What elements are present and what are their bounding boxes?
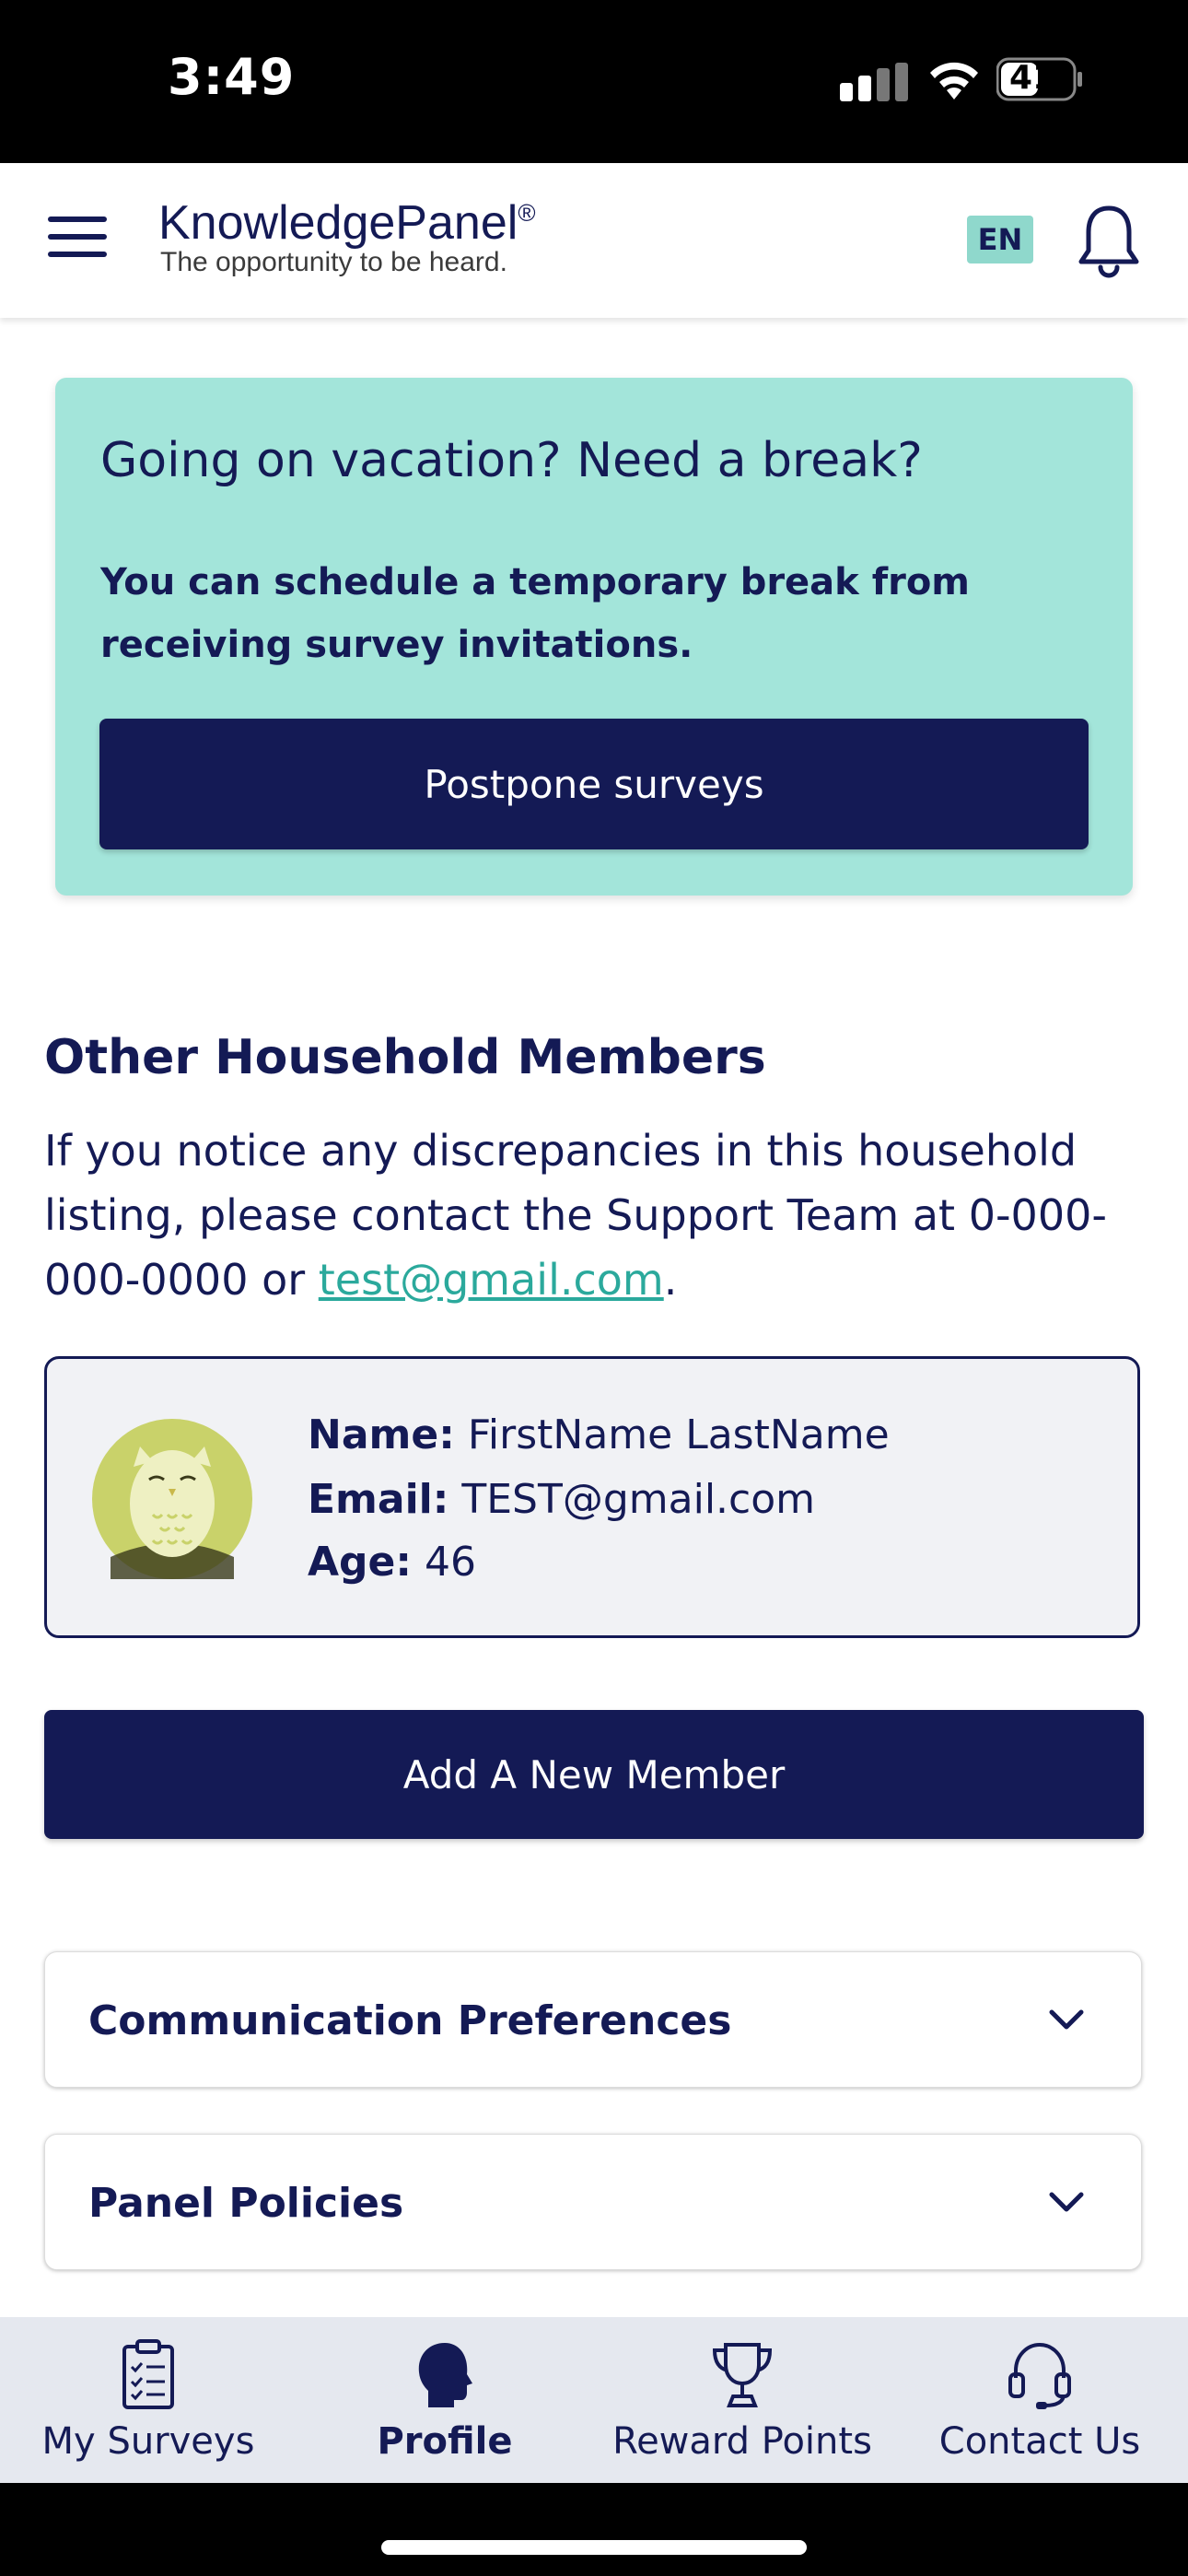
- trophy-icon: [712, 2343, 773, 2407]
- tab-label: Contact Us: [938, 2420, 1141, 2463]
- chevron-down-icon[interactable]: [1046, 2189, 1087, 2217]
- member-name: FirstName LastName: [467, 1411, 890, 1458]
- tab-label: Reward Points: [612, 2420, 872, 2463]
- vacation-card-title: Going on vacation? Need a break?: [100, 433, 923, 488]
- chevron-down-icon[interactable]: [1046, 2007, 1087, 2034]
- support-email-link[interactable]: test@gmail.com: [319, 1255, 664, 1305]
- tab-profile[interactable]: Profile: [297, 2317, 593, 2483]
- cellular-signal-icon: [840, 63, 908, 101]
- brand-tagline: The opportunity to be heard.: [160, 247, 507, 277]
- member-age: 46: [425, 1539, 476, 1586]
- battery-level: 41: [1009, 59, 1056, 97]
- member-age-row: Age: 46: [308, 1539, 476, 1586]
- vacation-card-text: You can schedule a temporary break from …: [100, 561, 970, 666]
- tab-label: Profile: [377, 2420, 513, 2463]
- home-indicator[interactable]: [381, 2540, 807, 2555]
- language-button[interactable]: EN: [967, 216, 1033, 263]
- status-time: 3:49: [168, 48, 296, 106]
- tab-reward-points[interactable]: Reward Points: [594, 2317, 891, 2483]
- clipboard-icon: [122, 2339, 174, 2409]
- add-member-button[interactable]: Add A New Member: [44, 1710, 1144, 1839]
- hamburger-menu-icon[interactable]: [48, 217, 107, 263]
- battery-icon: 41: [996, 57, 1083, 101]
- wifi-icon: [930, 62, 978, 100]
- household-description: If you notice any discrepancies in this …: [44, 1126, 1107, 1305]
- member-name-row: Name: FirstName LastName: [308, 1411, 890, 1458]
- headset-icon: [1008, 2342, 1071, 2409]
- tab-label: My Surveys: [41, 2420, 255, 2463]
- tab-my-surveys[interactable]: My Surveys: [0, 2317, 297, 2483]
- member-email: TEST@gmail.com: [461, 1476, 816, 1523]
- owl-avatar-icon: [92, 1419, 252, 1579]
- tab-contact-us[interactable]: Contact Us: [891, 2317, 1188, 2483]
- accordion-label: Communication Preferences: [88, 1997, 732, 2044]
- accordion-label: Panel Policies: [88, 2180, 404, 2227]
- home-indicator-area: [0, 2483, 1188, 2576]
- member-email-row: Email: TEST@gmail.com: [308, 1476, 816, 1523]
- household-section-title: Other Household Members: [44, 1030, 766, 1085]
- brand-logo: KnowledgePanel®: [158, 196, 536, 250]
- postpone-surveys-button[interactable]: Postpone surveys: [99, 719, 1089, 849]
- bell-icon[interactable]: [1076, 203, 1142, 278]
- profile-head-icon: [418, 2343, 472, 2407]
